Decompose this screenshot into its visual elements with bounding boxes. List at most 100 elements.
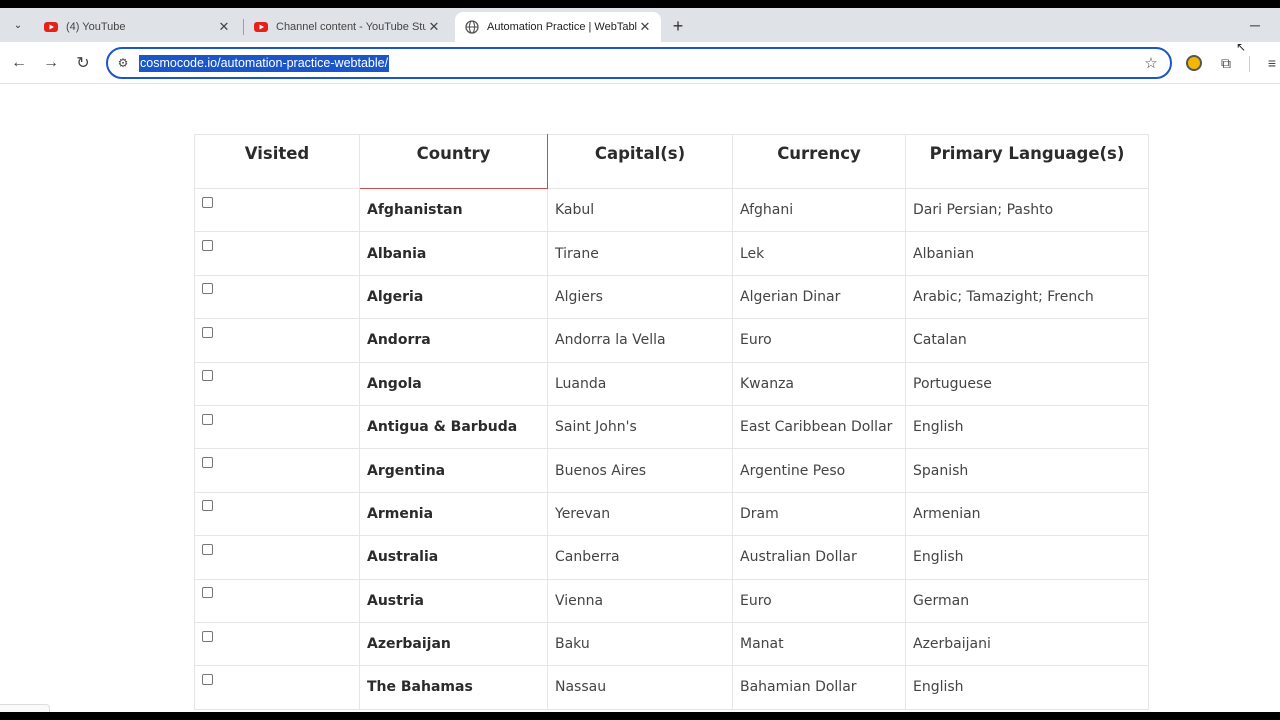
capital-cell: Yerevan <box>547 491 733 537</box>
table-row: Afghanistan Kabul Afghani Dari Persian; Pas… <box>194 187 1149 233</box>
visited-cell <box>194 274 360 320</box>
country-cell: The Bahamas <box>359 665 548 710</box>
country-cell: Austria <box>359 578 548 623</box>
visited-checkbox[interactable] <box>202 283 213 295</box>
capital-cell: Algiers <box>547 274 733 320</box>
visited-checkbox[interactable] <box>202 196 213 208</box>
header-capitals[interactable]: Capital(s) <box>547 134 733 189</box>
language-cell: Azerbaijani <box>905 621 1149 667</box>
address-bar[interactable]: ⚙ cosmocode.io/automation-practice-webta… <box>106 47 1172 79</box>
tab-youtube[interactable]: (4) YouTube ✕ <box>34 12 240 42</box>
country-cell: Australia <box>359 535 548 580</box>
status-bubble <box>0 704 50 712</box>
visited-cell <box>194 665 360 710</box>
language-cell: Dari Persian; Pashto <box>905 187 1149 233</box>
forward-arrow-icon[interactable]: → <box>41 53 61 73</box>
close-tab-icon[interactable]: ✕ <box>426 19 442 35</box>
close-tab-icon[interactable]: ✕ <box>637 19 653 35</box>
visited-cell <box>194 361 360 406</box>
countries-table: Visited Country Capital(s) Currency Prim… <box>194 134 1149 710</box>
table-row: Algeria Algiers Algerian Dinar Arabic; Tama… <box>194 274 1149 320</box>
visited-checkbox[interactable] <box>202 370 213 382</box>
toolbar-separator <box>1249 56 1250 72</box>
table-row: Austria Vienna Euro German <box>194 578 1149 623</box>
visited-cell <box>194 231 360 276</box>
currency-cell: Euro <box>732 578 906 623</box>
table-row: Antigua & Barbuda Saint John's East Caribb… <box>194 404 1149 450</box>
youtube-icon <box>254 22 268 32</box>
tab-search-icon[interactable]: ⌄ <box>8 15 28 35</box>
tab-title: Channel content - YouTube Studio <box>276 21 426 33</box>
visited-checkbox[interactable] <box>202 630 213 642</box>
visited-checkbox[interactable] <box>202 240 213 252</box>
language-cell: Arabic; Tamazight; French <box>905 274 1149 320</box>
visited-cell <box>194 535 360 580</box>
language-cell: German <box>905 578 1149 623</box>
visited-checkbox[interactable] <box>202 413 213 425</box>
visited-checkbox[interactable] <box>202 326 213 338</box>
currency-cell: Afghani <box>732 187 906 233</box>
currency-cell: Bahamian Dollar <box>732 665 906 710</box>
capital-cell: Luanda <box>547 361 733 406</box>
language-cell: Armenian <box>905 491 1149 537</box>
site-info-icon[interactable]: ⚙ <box>115 55 131 71</box>
country-cell: Antigua & Barbuda <box>359 404 548 450</box>
table-row: Andorra Andorra la Vella Euro Catalan <box>194 318 1149 363</box>
capital-cell: Tirane <box>547 231 733 276</box>
country-cell: Afghanistan <box>359 187 548 233</box>
visited-checkbox[interactable] <box>202 500 213 512</box>
url-text[interactable]: cosmocode.io/automation-practice-webtabl… <box>139 55 390 72</box>
country-cell: Armenia <box>359 491 548 537</box>
extensions-puzzle-icon[interactable]: ⧉ <box>1216 53 1236 73</box>
currency-cell: Argentine Peso <box>732 448 906 493</box>
reload-icon[interactable]: ↻ <box>73 53 93 73</box>
country-cell: Andorra <box>359 318 548 363</box>
country-cell: Algeria <box>359 274 548 320</box>
currency-cell: Algerian Dinar <box>732 274 906 320</box>
visited-checkbox[interactable] <box>202 543 213 555</box>
tab-title: Automation Practice | WebTables <box>487 21 637 33</box>
header-currency[interactable]: Currency <box>732 134 906 189</box>
table-header-row: Visited Country Capital(s) Currency Prim… <box>194 134 1149 189</box>
capital-cell: Buenos Aires <box>547 448 733 493</box>
visited-cell <box>194 491 360 537</box>
browser-menu-icon[interactable]: ≡ <box>1262 53 1280 73</box>
capital-cell: Canberra <box>547 535 733 580</box>
tab-youtube-studio[interactable]: Channel content - YouTube Studio ✕ <box>244 12 450 42</box>
capital-cell: Andorra la Vella <box>547 318 733 363</box>
visited-cell <box>194 448 360 493</box>
visited-cell <box>194 621 360 667</box>
table-row: Albania Tirane Lek Albanian <box>194 231 1149 276</box>
visited-checkbox[interactable] <box>202 673 213 685</box>
browser-toolbar: ← → ↻ ⚙ cosmocode.io/automation-practice… <box>0 42 1280 84</box>
mouse-cursor-icon: ↖ <box>1236 40 1247 54</box>
capital-cell: Baku <box>547 621 733 667</box>
header-languages[interactable]: Primary Language(s) <box>905 134 1149 189</box>
page-content: Visited Country Capital(s) Currency Prim… <box>0 84 1280 712</box>
youtube-icon <box>44 22 58 32</box>
country-cell: Argentina <box>359 448 548 493</box>
capital-cell: Saint John's <box>547 404 733 450</box>
close-tab-icon[interactable]: ✕ <box>216 19 232 35</box>
header-country[interactable]: Country <box>359 134 548 189</box>
table-row: Argentina Buenos Aires Argentine Peso Spani… <box>194 448 1149 493</box>
bookmark-star-icon[interactable]: ☆ <box>1142 54 1160 72</box>
back-arrow-icon[interactable]: ← <box>9 53 29 73</box>
visited-checkbox[interactable] <box>202 457 213 469</box>
currency-cell: Euro <box>732 318 906 363</box>
header-visited[interactable]: Visited <box>194 134 360 189</box>
language-cell: English <box>905 535 1149 580</box>
country-cell: Angola <box>359 361 548 406</box>
speed-extension-icon[interactable] <box>1184 53 1204 73</box>
visited-checkbox[interactable] <box>202 587 213 599</box>
currency-cell: Kwanza <box>732 361 906 406</box>
browser-window: ⌄ (4) YouTube ✕ Channel content - YouTub… <box>0 8 1280 712</box>
tab-automation-practice[interactable]: Automation Practice | WebTables ✕ <box>455 12 661 42</box>
minimize-icon[interactable]: ─ <box>1246 16 1264 34</box>
new-tab-icon[interactable]: + <box>668 16 688 36</box>
language-cell: English <box>905 665 1149 710</box>
capital-cell: Nassau <box>547 665 733 710</box>
language-cell: English <box>905 404 1149 450</box>
capital-cell: Kabul <box>547 187 733 233</box>
visited-cell <box>194 318 360 363</box>
